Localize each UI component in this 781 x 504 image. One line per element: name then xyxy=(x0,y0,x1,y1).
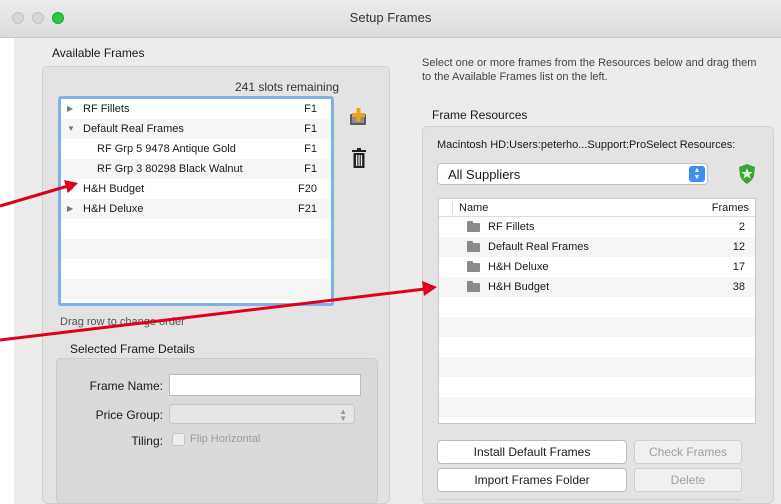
resource-frames-count: 12 xyxy=(732,241,745,253)
supplier-value: All Suppliers xyxy=(448,167,521,182)
disclosure-triangle-icon[interactable]: ▼ xyxy=(67,119,75,139)
empty-row xyxy=(439,317,755,337)
selected-frame-details-title: Selected Frame Details xyxy=(70,342,195,356)
frame-name-input[interactable] xyxy=(169,374,361,396)
frame-name-label: Frame Name: xyxy=(89,379,163,393)
frame-row-name: Default Real Frames xyxy=(83,123,184,135)
slots-remaining: 241 slots remaining xyxy=(235,80,340,94)
frame-row-default-real-frames[interactable]: ▼ Default Real Frames F1 xyxy=(61,119,331,139)
frame-resources-table[interactable]: Name Frames RF Fillets 2 Default Real Fr… xyxy=(438,198,756,424)
divider xyxy=(437,499,742,500)
folder-icon xyxy=(467,241,480,252)
available-frames-title: Available Frames xyxy=(52,46,145,60)
check-frames-button[interactable]: Check Frames xyxy=(634,440,742,464)
frame-row-name: RF Grp 3 80298 Black Walnut xyxy=(97,163,243,175)
disclosure-triangle-icon[interactable]: ▶ xyxy=(67,199,73,219)
empty-row xyxy=(439,297,755,317)
frame-row-name: H&H Budget xyxy=(83,183,145,195)
resource-name: H&H Budget xyxy=(488,281,550,293)
tiling-label: Tiling: xyxy=(131,434,163,448)
frame-row-name: H&H Deluxe xyxy=(83,203,144,215)
empty-row xyxy=(61,259,331,279)
disclosure-triangle-icon[interactable]: ▶ xyxy=(67,179,73,199)
empty-row xyxy=(439,337,755,357)
resource-name: Default Real Frames xyxy=(488,241,589,253)
column-divider xyxy=(452,202,453,214)
shield-icon[interactable] xyxy=(736,163,758,185)
folder-icon xyxy=(467,281,480,292)
table-header: Name Frames xyxy=(439,199,755,217)
resource-name: RF Fillets xyxy=(488,221,535,233)
empty-row xyxy=(61,279,331,299)
window-title: Setup Frames xyxy=(349,10,432,25)
frame-resources-title: Frame Resources xyxy=(432,108,528,122)
chevron-updown-icon[interactable]: ▲ ▼ xyxy=(689,166,705,182)
resource-row[interactable]: RF Fillets 2 xyxy=(439,217,755,237)
frame-row-code: F1 xyxy=(304,163,317,175)
resource-name: H&H Deluxe xyxy=(488,261,549,273)
frame-row-code: F1 xyxy=(304,143,317,155)
empty-row xyxy=(61,219,331,239)
install-default-frames-button[interactable]: Install Default Frames xyxy=(437,440,627,464)
frame-row-rf-fillets[interactable]: ▶ RF Fillets F1 xyxy=(61,99,331,119)
resource-frames-count: 2 xyxy=(738,221,745,233)
add-frame-icon[interactable] xyxy=(349,108,367,126)
resource-row[interactable]: Default Real Frames 12 xyxy=(439,237,755,257)
flip-horizontal-label: Flip Horizontal xyxy=(190,433,261,445)
frame-row-antique-gold[interactable]: RF Grp 5 9478 Antique Gold F1 xyxy=(61,139,331,159)
frame-row-black-walnut[interactable]: RF Grp 3 80298 Black Walnut F1 xyxy=(61,159,331,179)
resource-frames-count: 38 xyxy=(732,281,745,293)
resource-instructions: Select one or more frames from the Resou… xyxy=(422,57,757,83)
delete-button[interactable]: Delete xyxy=(634,468,742,492)
resource-row[interactable]: H&H Budget 38 xyxy=(439,277,755,297)
frame-row-code: F21 xyxy=(298,203,317,215)
empty-row xyxy=(439,357,755,377)
frame-row-hh-budget[interactable]: ▶ H&H Budget F20 xyxy=(61,179,331,199)
import-frames-folder-button[interactable]: Import Frames Folder xyxy=(437,468,627,492)
price-group-label: Price Group: xyxy=(95,408,163,422)
resource-row[interactable]: H&H Deluxe 17 xyxy=(439,257,755,277)
chevron-updown-icon: ▲ ▼ xyxy=(339,407,347,423)
frame-row-name: RF Grp 5 9478 Antique Gold xyxy=(97,143,236,155)
available-frames-list[interactable]: ▶ RF Fillets F1 ▼ Default Real Frames F1… xyxy=(58,96,334,306)
trash-icon[interactable] xyxy=(352,148,366,168)
frame-row-code: F20 xyxy=(298,183,317,195)
left-margin xyxy=(0,38,14,504)
frame-row-code: F1 xyxy=(304,123,317,135)
frames-column-header[interactable]: Frames xyxy=(712,199,749,217)
setup-frames-window: Setup Frames Available Frames 241 slots … xyxy=(0,0,781,504)
title-bar: Setup Frames xyxy=(0,0,781,38)
folder-icon xyxy=(467,261,480,272)
resource-frames-count: 17 xyxy=(732,261,745,273)
flip-horizontal-checkbox[interactable] xyxy=(172,433,185,446)
empty-row xyxy=(61,239,331,259)
frame-row-name: RF Fillets xyxy=(83,103,130,115)
name-column-header[interactable]: Name xyxy=(459,199,488,217)
empty-row xyxy=(439,397,755,417)
supplier-select[interactable]: All Suppliers ▲ ▼ xyxy=(437,163,708,185)
frame-row-code: F1 xyxy=(304,103,317,115)
empty-row xyxy=(439,377,755,397)
resource-path: Macintosh HD:Users:peterho...Support:Pro… xyxy=(437,139,736,151)
empty-row xyxy=(439,417,755,423)
folder-icon xyxy=(467,221,480,232)
frame-row-hh-deluxe[interactable]: ▶ H&H Deluxe F21 xyxy=(61,199,331,219)
drag-hint: Drag row to change order xyxy=(60,316,185,328)
disclosure-triangle-icon[interactable]: ▶ xyxy=(67,99,73,119)
price-group-select[interactable]: ▲ ▼ xyxy=(169,404,355,424)
